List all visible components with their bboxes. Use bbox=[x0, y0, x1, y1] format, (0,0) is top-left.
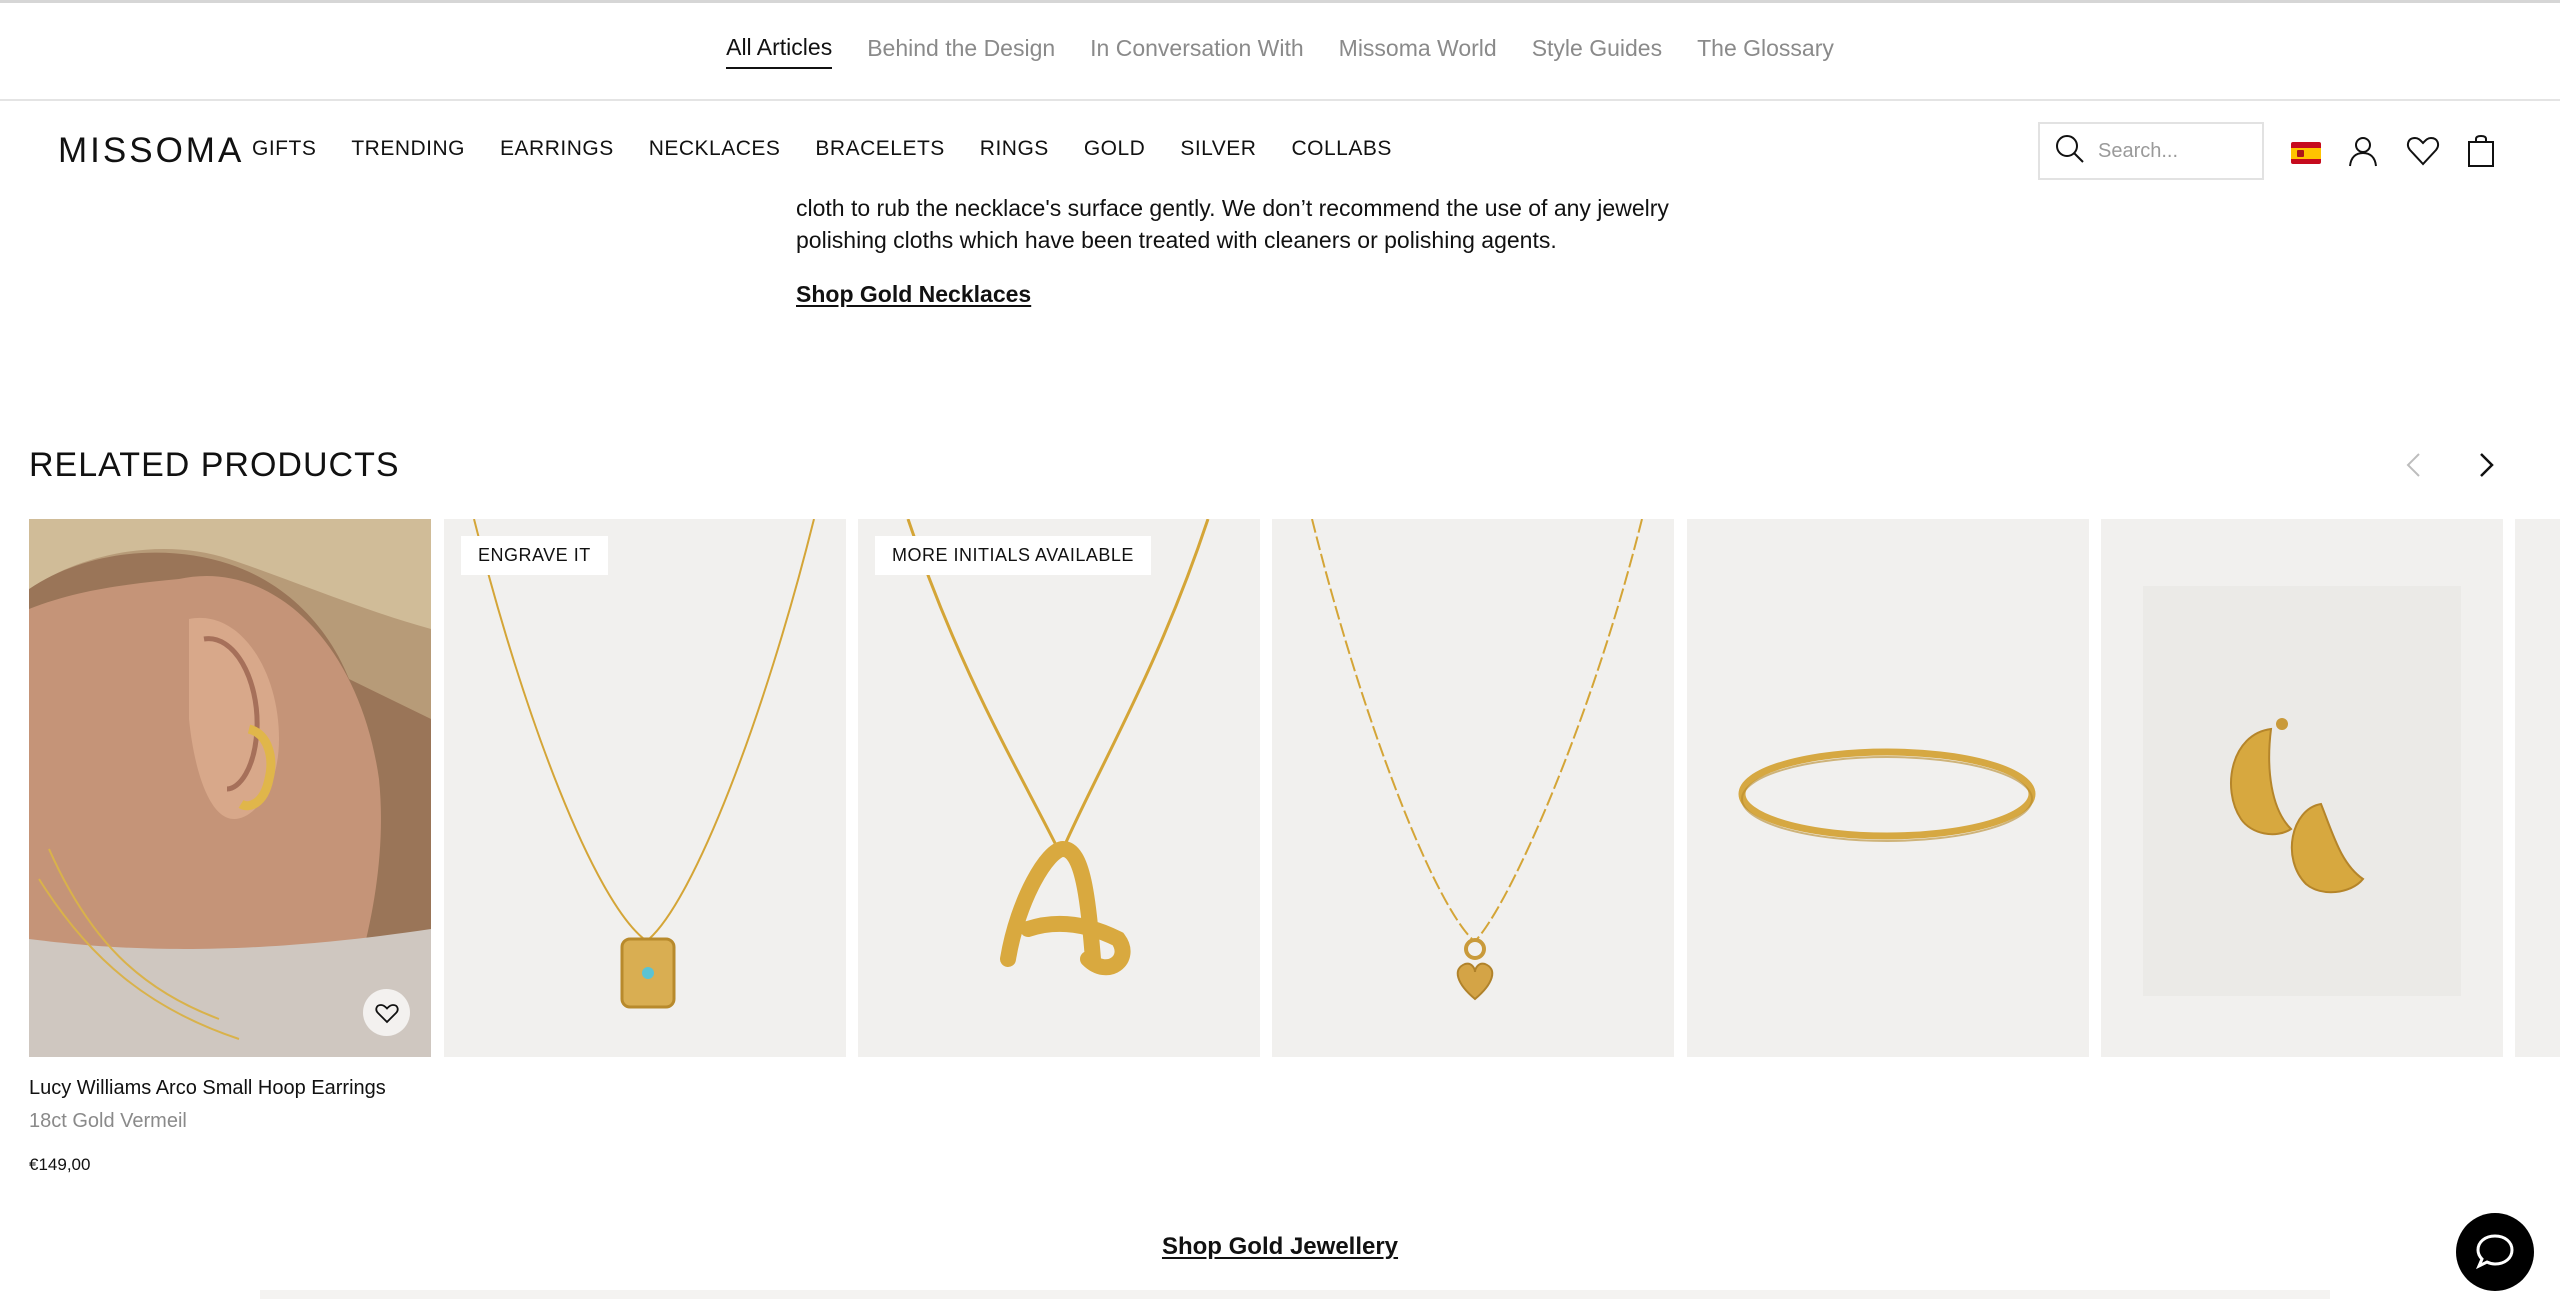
search-box[interactable] bbox=[2038, 122, 2264, 180]
carousel-next-arrow-icon[interactable] bbox=[2468, 448, 2502, 482]
heart-icon bbox=[374, 1003, 399, 1023]
search-icon bbox=[2054, 133, 2086, 170]
article-category-nav: All Articles Behind the Design In Conver… bbox=[0, 3, 2560, 101]
shop-gold-necklaces-link[interactable]: Shop Gold Necklaces bbox=[796, 281, 1031, 308]
article-nav-the-glossary[interactable]: The Glossary bbox=[1697, 35, 1834, 68]
main-nav: GIFTS TRENDING EARRINGS NECKLACES BRACEL… bbox=[252, 137, 1392, 161]
nav-rings[interactable]: RINGS bbox=[980, 137, 1049, 161]
initial-a-pendant-necklace-image bbox=[906, 519, 1210, 976]
square-pendant-necklace-image bbox=[473, 519, 815, 1009]
article-nav-behind-the-design[interactable]: Behind the Design bbox=[867, 35, 1055, 68]
model-ear-earring-image bbox=[29, 519, 431, 1057]
nav-necklaces[interactable]: NECKLACES bbox=[649, 137, 781, 161]
engrave-badge: ENGRAVE IT bbox=[461, 536, 608, 575]
product-image[interactable]: MORE INITIALS AVAILABLE bbox=[858, 519, 1260, 1057]
nav-gold[interactable]: GOLD bbox=[1084, 137, 1146, 161]
nav-silver[interactable]: SILVER bbox=[1180, 137, 1256, 161]
product-card[interactable] bbox=[1687, 519, 2089, 1057]
add-to-wishlist-button[interactable] bbox=[363, 989, 410, 1036]
article-nav-all-articles[interactable]: All Articles bbox=[726, 34, 833, 69]
nav-collabs[interactable]: COLLABS bbox=[1291, 137, 1391, 161]
product-image[interactable] bbox=[2515, 519, 2560, 1057]
article-nav-missoma-world[interactable]: Missoma World bbox=[1339, 35, 1497, 68]
heart-pendant-necklace-image bbox=[1311, 519, 1643, 1001]
shop-gold-jewellery-link[interactable]: Shop Gold Jewellery bbox=[1162, 1233, 1398, 1260]
product-card[interactable]: Lucy Williams Arco Small Hoop Earrings 1… bbox=[29, 519, 431, 1175]
chat-button[interactable] bbox=[2456, 1213, 2534, 1291]
product-card-partial[interactable] bbox=[2515, 519, 2560, 1057]
product-image[interactable] bbox=[1272, 519, 1674, 1057]
product-card[interactable]: MORE INITIALS AVAILABLE bbox=[858, 519, 1260, 1057]
product-card[interactable] bbox=[2101, 519, 2503, 1057]
search-input[interactable] bbox=[2098, 139, 2248, 163]
main-header: MISSOMA GIFTS TRENDING EARRINGS NECKLACE… bbox=[0, 101, 2560, 201]
wishlist-heart-icon[interactable] bbox=[2405, 133, 2441, 169]
article-nav-style-guides[interactable]: Style Guides bbox=[1532, 35, 1662, 68]
account-icon[interactable] bbox=[2345, 133, 2381, 169]
product-price: €149,00 bbox=[29, 1155, 91, 1174]
gold-bangle-image bbox=[1738, 748, 2036, 842]
product-card[interactable]: ENGRAVE IT bbox=[444, 519, 846, 1057]
nav-gifts[interactable]: GIFTS bbox=[252, 137, 316, 161]
product-image[interactable]: ENGRAVE IT bbox=[444, 519, 846, 1057]
chunky-hoop-earrings-image bbox=[2143, 586, 2461, 996]
product-image[interactable] bbox=[2101, 519, 2503, 1057]
spain-flag-icon[interactable] bbox=[2291, 142, 2321, 164]
product-material: 18ct Gold Vermeil bbox=[29, 1110, 187, 1132]
nav-trending[interactable]: TRENDING bbox=[351, 137, 465, 161]
product-name[interactable]: Lucy Williams Arco Small Hoop Earrings bbox=[29, 1077, 431, 1100]
shopping-bag-icon[interactable] bbox=[2463, 133, 2499, 169]
nav-bracelets[interactable]: BRACELETS bbox=[815, 137, 944, 161]
more-initials-badge: MORE INITIALS AVAILABLE bbox=[875, 536, 1151, 575]
bottom-link-wrapper: Shop Gold Jewellery bbox=[0, 1233, 2560, 1261]
product-card[interactable] bbox=[1272, 519, 1674, 1057]
product-image[interactable] bbox=[29, 519, 431, 1057]
related-products-heading: RELATED PRODUCTS bbox=[29, 446, 400, 484]
nav-earrings[interactable]: EARRINGS bbox=[500, 137, 614, 161]
article-nav-in-conversation-with[interactable]: In Conversation With bbox=[1090, 35, 1303, 68]
article-paragraph: cloth to rub the necklace's surface gent… bbox=[796, 195, 1669, 253]
carousel-prev-arrow-icon[interactable] bbox=[2398, 448, 2432, 482]
footer-edge bbox=[260, 1290, 2330, 1299]
chat-bubble-icon bbox=[2476, 1234, 2514, 1270]
product-image[interactable] bbox=[1687, 519, 2089, 1057]
brand-logo[interactable]: MISSOMA bbox=[58, 131, 244, 171]
